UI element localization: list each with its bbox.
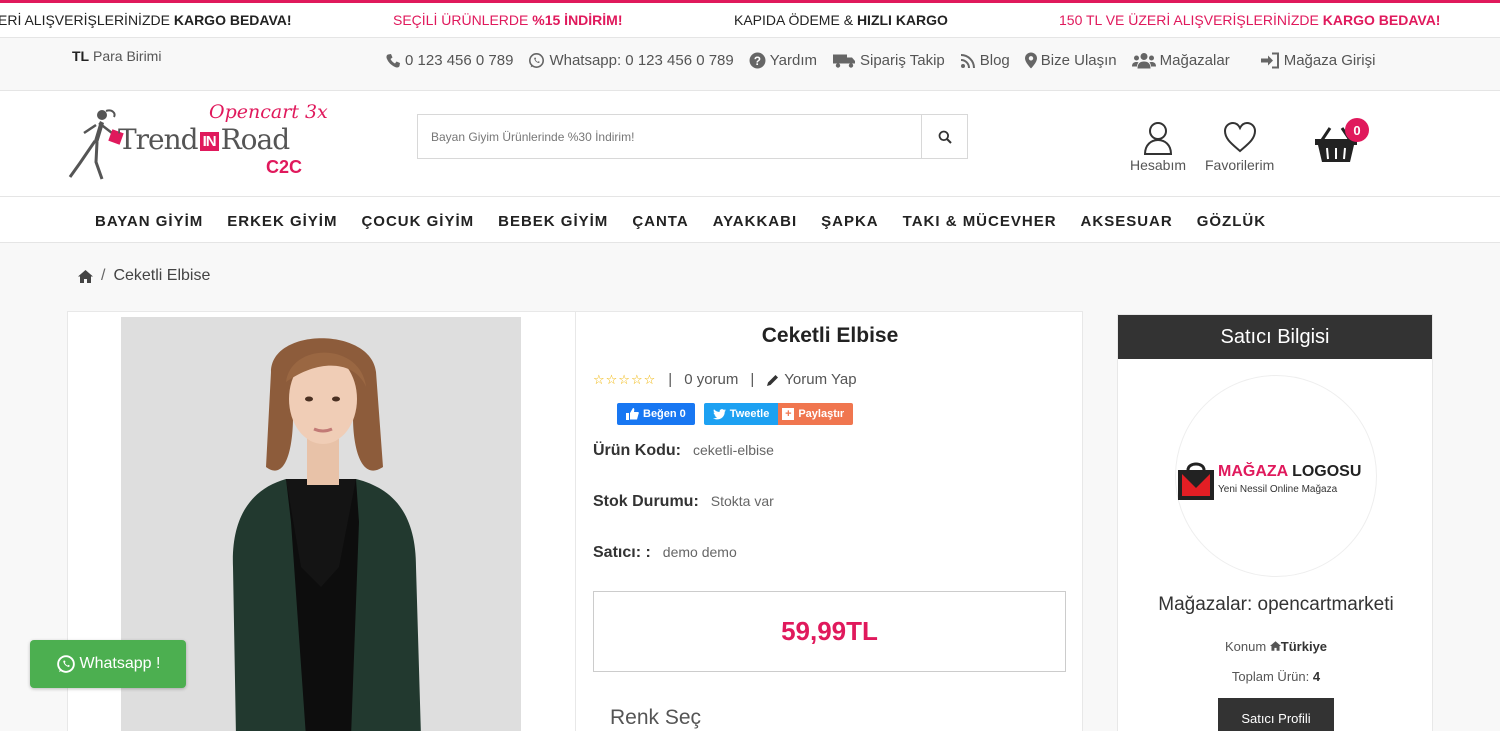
product-code-value: ceketli-elbise xyxy=(692,442,774,458)
search-button[interactable] xyxy=(921,115,967,158)
thumbs-up-icon xyxy=(626,408,639,420)
promo-free-shipping-150: 150 TL VE ÜZERİ ALIŞVERİŞLERİNİZDE KARGO… xyxy=(1059,12,1441,28)
promo-free-shipping: ERİ ALIŞVERİŞLERİNİZDE KARGO BEDAVA! xyxy=(0,12,292,28)
search-bar xyxy=(417,114,968,159)
logo-c2c-text: C2C xyxy=(266,157,303,177)
main-nav: BAYAN GİYİM ERKEK GİYİM ÇOCUK GİYİM BEBE… xyxy=(0,197,1500,243)
search-input[interactable] xyxy=(418,115,923,158)
site-logo[interactable]: Opencart 3x Trend IN Road C2C xyxy=(66,101,336,181)
tweet-button[interactable]: Tweetle xyxy=(703,403,779,425)
product-rating: ☆☆☆☆☆ | 0 yorum | Yorum Yap xyxy=(593,371,857,388)
heart-icon xyxy=(1223,121,1256,153)
stores-link[interactable]: Mağazalar xyxy=(1131,52,1230,69)
breadcrumb: / Ceketli Elbise xyxy=(78,267,210,285)
nav-item-gozluk[interactable]: GÖZLÜK xyxy=(1197,213,1266,230)
store-logo-subtitle: Yeni Nessil Online Mağaza xyxy=(1218,484,1338,495)
nav-item-sapka[interactable]: ŞAPKA xyxy=(821,213,879,230)
promo-cod: KAPIDA ÖDEME & HIZLI KARGO xyxy=(734,12,948,28)
store-total-products: Toplam Ürün: 4 xyxy=(1231,669,1321,684)
twitter-icon xyxy=(712,408,726,419)
nav-item-bayan-giyim[interactable]: BAYAN GİYİM xyxy=(95,213,203,230)
store-login-link[interactable]: Mağaza Girişi xyxy=(1260,52,1375,69)
whatsapp-icon xyxy=(56,655,75,673)
shopping-bag-icon xyxy=(1178,462,1214,500)
currency-selector[interactable]: TL Para Birimi xyxy=(72,48,161,64)
plus-icon: + xyxy=(782,408,795,420)
account-link[interactable]: Hesabım xyxy=(1130,121,1186,173)
nav-item-canta[interactable]: ÇANTA xyxy=(632,213,688,230)
seller-value: demo demo xyxy=(662,544,737,560)
phone-icon xyxy=(386,53,400,68)
color-select-label: Renk Seç xyxy=(610,706,702,729)
logo-opencart-text: Opencart 3x xyxy=(209,101,328,123)
help-link[interactable]: ? Yardım xyxy=(749,52,817,69)
blog-link[interactable]: Blog xyxy=(960,52,1010,69)
nav-item-erkek-giyim[interactable]: ERKEK GİYİM xyxy=(227,213,337,230)
cart-button[interactable]: 0 xyxy=(1314,118,1369,169)
user-icon xyxy=(1144,122,1173,155)
seller-row: Satıcı: : demo demo xyxy=(593,544,737,561)
home-icon[interactable] xyxy=(78,269,93,283)
stock-status-row: Stok Durumu: Stokta var xyxy=(593,493,774,510)
nav-item-aksesuar[interactable]: AKSESUAR xyxy=(1081,213,1173,230)
product-info: Ceketli Elbise ☆☆☆☆☆ | 0 yorum | Yorum Y… xyxy=(575,311,1083,731)
users-icon xyxy=(1131,53,1156,69)
logo-wordmark: Trend IN Road xyxy=(118,123,290,156)
facebook-like-button[interactable]: Beğen 0 xyxy=(617,403,695,425)
phone-link[interactable]: 0 123 456 0 789 xyxy=(385,52,513,69)
nav-item-cocuk-giyim[interactable]: ÇOCUK GİYİM xyxy=(361,213,474,230)
promo-discount: SEÇİLİ ÜRÜNLERDE %15 İNDİRİM! xyxy=(393,12,623,28)
order-track-link[interactable]: Sipariş Takip xyxy=(832,52,945,69)
store-logo-title: MAĞAZA LOGOSU xyxy=(1218,463,1362,480)
home-icon xyxy=(1269,641,1281,651)
whatsapp-float-button[interactable]: Whatsapp ! xyxy=(30,640,186,688)
shopper-figure-icon xyxy=(68,109,124,180)
seller-profile-button[interactable]: Satıcı Profili xyxy=(1218,698,1334,731)
rating-stars: ☆☆☆☆☆ xyxy=(593,371,657,387)
truck-icon xyxy=(832,54,855,68)
whatsapp-icon xyxy=(529,53,545,68)
breadcrumb-current[interactable]: Ceketli Elbise xyxy=(113,267,210,285)
social-buttons: Beğen 0 Tweetle + Paylaştır xyxy=(617,403,862,425)
whatsapp-link[interactable]: Whatsapp: 0 123 456 0 789 xyxy=(528,52,734,69)
nav-item-bebek-giyim[interactable]: BEBEK GİYİM xyxy=(498,213,608,230)
site-header: Opencart 3x TrendINRoad C2C Hesabım Favo… xyxy=(0,91,1500,197)
product-price: 59,99TL xyxy=(593,591,1066,672)
map-marker-icon xyxy=(1024,52,1037,69)
product-title: Ceketli Elbise xyxy=(761,324,899,347)
sign-in-icon xyxy=(1260,52,1279,69)
reviews-link[interactable]: 0 yorum xyxy=(684,371,738,388)
store-name: Mağazalar: opencartmarketi xyxy=(1158,594,1394,615)
favorites-link[interactable]: Favorilerim xyxy=(1205,121,1274,173)
svg-text:?: ? xyxy=(754,55,761,68)
pencil-icon xyxy=(767,374,779,386)
share-button[interactable]: + Paylaştır xyxy=(778,403,854,425)
stock-status-value: Stokta var xyxy=(710,493,774,509)
utility-bar: TL Para Birimi 0 123 456 0 789 Whatsapp:… xyxy=(0,38,1500,91)
nav-item-taki-mucevher[interactable]: TAKI & MÜCEVHER xyxy=(903,213,1057,230)
promo-bar: ERİ ALIŞVERİŞLERİNİZDE KARGO BEDAVA! SEÇ… xyxy=(0,0,1500,38)
search-icon xyxy=(938,130,952,144)
cart-count-badge: 0 xyxy=(1345,118,1369,142)
rss-icon xyxy=(960,53,975,68)
seller-panel: Satıcı Bilgisi MAĞAZA LOGOSU Yeni Nessil… xyxy=(1117,314,1433,731)
question-circle-icon: ? xyxy=(749,52,766,69)
store-location: Konum Türkiye xyxy=(1224,639,1328,654)
write-review-link[interactable]: Yorum Yap xyxy=(784,371,856,388)
nav-item-ayakkabi[interactable]: AYAKKABI xyxy=(713,213,797,230)
seller-heading: Satıcı Bilgisi xyxy=(1118,315,1432,359)
store-logo[interactable]: MAĞAZA LOGOSU Yeni Nessil Online Mağaza xyxy=(1175,375,1377,577)
contact-link[interactable]: Bize Ulaşın xyxy=(1024,52,1117,69)
product-code-row: Ürün Kodu: ceketli-elbise xyxy=(593,442,774,459)
